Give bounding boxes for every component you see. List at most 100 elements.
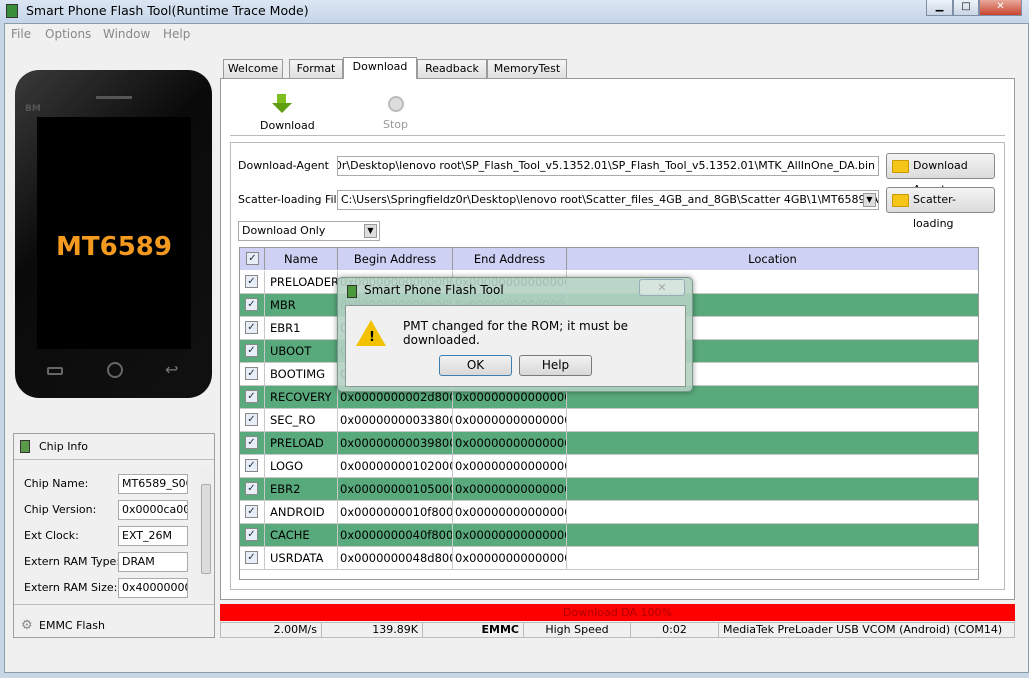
ram-type-label: Extern RAM Type: bbox=[24, 555, 121, 568]
close-button[interactable]: ✕ bbox=[979, 0, 1022, 16]
tab-format[interactable]: Format bbox=[289, 59, 343, 79]
location[interactable] bbox=[567, 547, 978, 569]
chip-info-scrollbar[interactable] bbox=[200, 467, 212, 599]
tab-welcome[interactable]: Welcome bbox=[223, 59, 283, 79]
scatter-file-select[interactable]: C:\Users\Springfieldz0r\Desktop\lenovo r… bbox=[337, 190, 879, 210]
row-checkbox[interactable]: ✓ bbox=[245, 505, 258, 518]
partition-name: UBOOT bbox=[265, 340, 338, 362]
menu-file[interactable]: File bbox=[11, 27, 31, 41]
menu-help[interactable]: Help bbox=[163, 27, 190, 41]
stop-label: Stop bbox=[383, 118, 409, 131]
row-checkbox-cell[interactable]: ✓ bbox=[240, 363, 265, 385]
menu-window[interactable]: Window bbox=[103, 27, 150, 41]
table-row[interactable]: ✓ ANDROID 0x0000000010f80000 0x000000000… bbox=[240, 501, 978, 524]
row-checkbox[interactable]: ✓ bbox=[245, 482, 258, 495]
menu-options[interactable]: Options bbox=[45, 27, 91, 41]
row-checkbox-cell[interactable]: ✓ bbox=[240, 294, 265, 316]
table-row[interactable]: ✓ EBR2 0x0000000010500000 0x000000000000… bbox=[240, 478, 978, 501]
app-icon bbox=[6, 4, 18, 18]
dropdown-arrow-icon[interactable]: ▼ bbox=[364, 224, 377, 238]
col-name[interactable]: Name bbox=[265, 248, 338, 270]
row-checkbox[interactable]: ✓ bbox=[245, 344, 258, 357]
download-label: Download bbox=[260, 119, 315, 132]
minimize-button[interactable]: ▁ bbox=[926, 0, 953, 16]
tab-memorytest[interactable]: MemoryTest bbox=[487, 59, 567, 79]
partition-name: USRDATA bbox=[265, 547, 338, 569]
row-checkbox[interactable]: ✓ bbox=[245, 390, 258, 403]
partition-name: LOGO bbox=[265, 455, 338, 477]
row-checkbox[interactable]: ✓ bbox=[245, 551, 258, 564]
row-checkbox-cell[interactable]: ✓ bbox=[240, 432, 265, 454]
table-row[interactable]: ✓ USRDATA 0x0000000048d80000 0x000000000… bbox=[240, 547, 978, 570]
col-end-address[interactable]: End Address bbox=[453, 248, 567, 270]
dropdown-arrow-icon[interactable]: ▼ bbox=[863, 193, 876, 207]
end-address: 0x0000000000000000 bbox=[453, 478, 567, 500]
row-checkbox[interactable]: ✓ bbox=[245, 321, 258, 334]
table-row[interactable]: ✓ SEC_RO 0x0000000003380000 0x0000000000… bbox=[240, 409, 978, 432]
row-checkbox-cell[interactable]: ✓ bbox=[240, 317, 265, 339]
help-button[interactable]: Help bbox=[519, 355, 592, 376]
begin-address: 0x0000000010500000 bbox=[338, 478, 453, 500]
row-checkbox-cell[interactable]: ✓ bbox=[240, 501, 265, 523]
emmc-flash-label[interactable]: EMMC Flash bbox=[39, 619, 105, 632]
status-mode: High Speed bbox=[524, 623, 631, 637]
row-checkbox[interactable]: ✓ bbox=[245, 528, 258, 541]
row-checkbox[interactable]: ✓ bbox=[245, 436, 258, 449]
row-checkbox[interactable]: ✓ bbox=[245, 275, 258, 288]
row-checkbox[interactable]: ✓ bbox=[245, 367, 258, 380]
col-begin-address[interactable]: Begin Address bbox=[338, 248, 453, 270]
row-checkbox-cell[interactable]: ✓ bbox=[240, 340, 265, 362]
status-time: 0:02 bbox=[631, 623, 719, 637]
row-checkbox-cell[interactable]: ✓ bbox=[240, 547, 265, 569]
table-row[interactable]: ✓ PRELOAD 0x0000000003980000 0x000000000… bbox=[240, 432, 978, 455]
download-arrow-icon bbox=[277, 94, 286, 103]
location[interactable] bbox=[567, 455, 978, 477]
row-checkbox-cell[interactable]: ✓ bbox=[240, 455, 265, 477]
status-speed: 2.00M/s bbox=[221, 623, 322, 637]
end-address: 0x0000000000000000 bbox=[453, 547, 567, 569]
location[interactable] bbox=[567, 478, 978, 500]
row-checkbox-cell[interactable]: ✓ bbox=[240, 478, 265, 500]
end-address: 0x0000000000000000 bbox=[453, 524, 567, 546]
gear-icon: ⚙ bbox=[21, 618, 33, 633]
location[interactable] bbox=[567, 524, 978, 546]
ram-size-field[interactable]: 0x40000000 bbox=[118, 578, 188, 598]
row-checkbox[interactable]: ✓ bbox=[245, 459, 258, 472]
scrollbar-thumb[interactable] bbox=[201, 484, 211, 574]
ram-type-field[interactable]: DRAM bbox=[118, 552, 188, 572]
download-agent-button[interactable]: Download Agent bbox=[886, 153, 995, 196]
chip-version-field[interactable]: 0x0000ca00 bbox=[118, 500, 188, 520]
download-agent-input[interactable]: pringfieldz0r\Desktop\lenovo root\SP_Fla… bbox=[337, 156, 879, 176]
ok-button[interactable]: OK bbox=[439, 355, 512, 376]
dialog-close-button[interactable]: ✕ bbox=[639, 279, 685, 296]
row-checkbox[interactable]: ✓ bbox=[245, 413, 258, 426]
location[interactable] bbox=[567, 409, 978, 431]
status-port: MediaTek PreLoader USB VCOM (Android) (C… bbox=[723, 623, 1003, 636]
row-checkbox-cell[interactable]: ✓ bbox=[240, 524, 265, 546]
maximize-button[interactable]: □ bbox=[953, 0, 979, 16]
status-bar: 2.00M/s 139.89K EMMC High Speed 0:02 Med… bbox=[220, 622, 1015, 638]
chip-name-field[interactable]: MT6589_S00 bbox=[118, 474, 188, 494]
row-checkbox-cell[interactable]: ✓ bbox=[240, 409, 265, 431]
location[interactable] bbox=[567, 432, 978, 454]
table-row[interactable]: ✓ LOGO 0x0000000010200000 0x000000000000… bbox=[240, 455, 978, 478]
tab-readback[interactable]: Readback bbox=[417, 59, 487, 79]
status-storage: EMMC bbox=[423, 623, 524, 637]
chip-info-title[interactable]: Chip Info bbox=[39, 440, 88, 453]
select-all-header[interactable]: ✓ bbox=[240, 248, 265, 270]
row-checkbox-cell[interactable]: ✓ bbox=[240, 271, 265, 293]
table-row[interactable]: ✓ CACHE 0x0000000040f80000 0x00000000000… bbox=[240, 524, 978, 547]
location[interactable] bbox=[567, 501, 978, 523]
row-checkbox-cell[interactable]: ✓ bbox=[240, 386, 265, 408]
ext-clock-field[interactable]: EXT_26M bbox=[118, 526, 188, 546]
row-checkbox[interactable]: ✓ bbox=[245, 298, 258, 311]
col-location[interactable]: Location bbox=[567, 248, 978, 270]
partition-name: MBR bbox=[265, 294, 338, 316]
download-button[interactable]: Download bbox=[252, 90, 315, 134]
partition-name: BOOTIMG bbox=[265, 363, 338, 385]
scatter-loading-button[interactable]: Scatter-loading bbox=[886, 187, 995, 230]
stop-button[interactable]: Stop bbox=[378, 90, 414, 134]
tab-download[interactable]: Download bbox=[343, 57, 417, 79]
select-all-checkbox[interactable]: ✓ bbox=[246, 252, 259, 265]
download-mode-select[interactable]: Download Only ▼ bbox=[238, 221, 380, 241]
